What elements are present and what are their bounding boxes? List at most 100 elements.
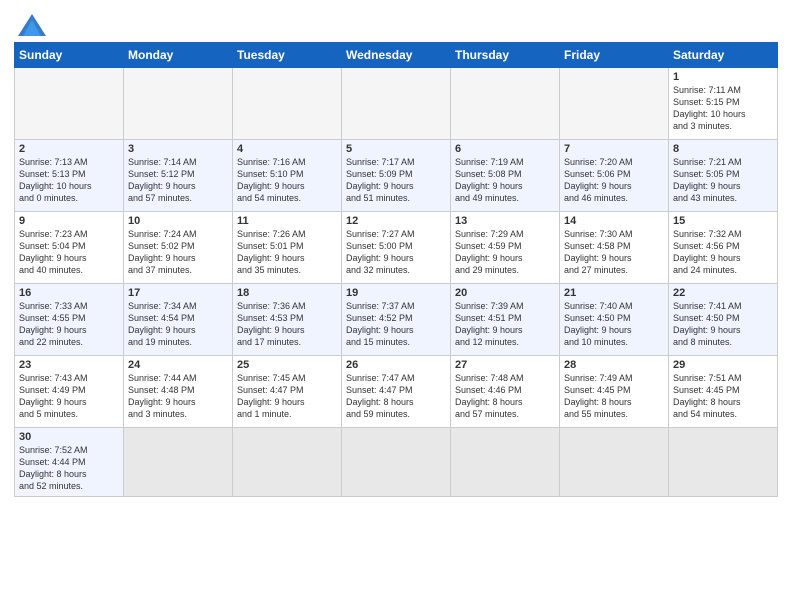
day-info: Sunrise: 7:20 AM Sunset: 5:06 PM Dayligh… bbox=[564, 156, 664, 205]
day-info: Sunrise: 7:24 AM Sunset: 5:02 PM Dayligh… bbox=[128, 228, 228, 277]
calendar-cell: 28Sunrise: 7:49 AM Sunset: 4:45 PM Dayli… bbox=[560, 356, 669, 428]
calendar-cell: 19Sunrise: 7:37 AM Sunset: 4:52 PM Dayli… bbox=[342, 284, 451, 356]
header-area bbox=[14, 10, 778, 36]
day-info: Sunrise: 7:34 AM Sunset: 4:54 PM Dayligh… bbox=[128, 300, 228, 349]
weekday-header-thursday: Thursday bbox=[451, 43, 560, 68]
logo-area bbox=[14, 10, 46, 36]
day-info: Sunrise: 7:41 AM Sunset: 4:50 PM Dayligh… bbox=[673, 300, 773, 349]
day-number: 24 bbox=[128, 359, 228, 371]
day-info: Sunrise: 7:13 AM Sunset: 5:13 PM Dayligh… bbox=[19, 156, 119, 205]
day-info: Sunrise: 7:33 AM Sunset: 4:55 PM Dayligh… bbox=[19, 300, 119, 349]
day-number: 6 bbox=[455, 143, 555, 155]
calendar-cell bbox=[451, 68, 560, 140]
calendar-cell bbox=[124, 428, 233, 497]
calendar-week-row: 16Sunrise: 7:33 AM Sunset: 4:55 PM Dayli… bbox=[15, 284, 778, 356]
calendar-cell: 20Sunrise: 7:39 AM Sunset: 4:51 PM Dayli… bbox=[451, 284, 560, 356]
day-info: Sunrise: 7:52 AM Sunset: 4:44 PM Dayligh… bbox=[19, 444, 119, 493]
day-info: Sunrise: 7:47 AM Sunset: 4:47 PM Dayligh… bbox=[346, 372, 446, 421]
day-number: 12 bbox=[346, 215, 446, 227]
calendar-cell: 4Sunrise: 7:16 AM Sunset: 5:10 PM Daylig… bbox=[233, 140, 342, 212]
day-info: Sunrise: 7:26 AM Sunset: 5:01 PM Dayligh… bbox=[237, 228, 337, 277]
calendar-page: SundayMondayTuesdayWednesdayThursdayFrid… bbox=[0, 0, 792, 612]
calendar-cell: 14Sunrise: 7:30 AM Sunset: 4:58 PM Dayli… bbox=[560, 212, 669, 284]
day-number: 23 bbox=[19, 359, 119, 371]
day-info: Sunrise: 7:49 AM Sunset: 4:45 PM Dayligh… bbox=[564, 372, 664, 421]
calendar-cell: 23Sunrise: 7:43 AM Sunset: 4:49 PM Dayli… bbox=[15, 356, 124, 428]
calendar-cell: 7Sunrise: 7:20 AM Sunset: 5:06 PM Daylig… bbox=[560, 140, 669, 212]
calendar-cell bbox=[451, 428, 560, 497]
calendar-cell bbox=[15, 68, 124, 140]
day-number: 22 bbox=[673, 287, 773, 299]
calendar-cell: 18Sunrise: 7:36 AM Sunset: 4:53 PM Dayli… bbox=[233, 284, 342, 356]
day-number: 7 bbox=[564, 143, 664, 155]
calendar-cell: 1Sunrise: 7:11 AM Sunset: 5:15 PM Daylig… bbox=[669, 68, 778, 140]
calendar-cell: 16Sunrise: 7:33 AM Sunset: 4:55 PM Dayli… bbox=[15, 284, 124, 356]
calendar-cell: 6Sunrise: 7:19 AM Sunset: 5:08 PM Daylig… bbox=[451, 140, 560, 212]
day-info: Sunrise: 7:37 AM Sunset: 4:52 PM Dayligh… bbox=[346, 300, 446, 349]
day-info: Sunrise: 7:19 AM Sunset: 5:08 PM Dayligh… bbox=[455, 156, 555, 205]
calendar-cell: 17Sunrise: 7:34 AM Sunset: 4:54 PM Dayli… bbox=[124, 284, 233, 356]
calendar-cell: 30Sunrise: 7:52 AM Sunset: 4:44 PM Dayli… bbox=[15, 428, 124, 497]
day-info: Sunrise: 7:48 AM Sunset: 4:46 PM Dayligh… bbox=[455, 372, 555, 421]
calendar-cell: 27Sunrise: 7:48 AM Sunset: 4:46 PM Dayli… bbox=[451, 356, 560, 428]
weekday-header-saturday: Saturday bbox=[669, 43, 778, 68]
day-info: Sunrise: 7:17 AM Sunset: 5:09 PM Dayligh… bbox=[346, 156, 446, 205]
calendar-table: SundayMondayTuesdayWednesdayThursdayFrid… bbox=[14, 42, 778, 497]
day-number: 21 bbox=[564, 287, 664, 299]
day-number: 2 bbox=[19, 143, 119, 155]
calendar-week-row: 1Sunrise: 7:11 AM Sunset: 5:15 PM Daylig… bbox=[15, 68, 778, 140]
calendar-cell: 3Sunrise: 7:14 AM Sunset: 5:12 PM Daylig… bbox=[124, 140, 233, 212]
calendar-week-row: 9Sunrise: 7:23 AM Sunset: 5:04 PM Daylig… bbox=[15, 212, 778, 284]
day-info: Sunrise: 7:14 AM Sunset: 5:12 PM Dayligh… bbox=[128, 156, 228, 205]
day-number: 25 bbox=[237, 359, 337, 371]
calendar-cell: 22Sunrise: 7:41 AM Sunset: 4:50 PM Dayli… bbox=[669, 284, 778, 356]
day-number: 20 bbox=[455, 287, 555, 299]
calendar-cell: 15Sunrise: 7:32 AM Sunset: 4:56 PM Dayli… bbox=[669, 212, 778, 284]
calendar-cell: 21Sunrise: 7:40 AM Sunset: 4:50 PM Dayli… bbox=[560, 284, 669, 356]
calendar-cell bbox=[342, 68, 451, 140]
day-number: 4 bbox=[237, 143, 337, 155]
calendar-cell: 13Sunrise: 7:29 AM Sunset: 4:59 PM Dayli… bbox=[451, 212, 560, 284]
day-number: 9 bbox=[19, 215, 119, 227]
calendar-cell: 29Sunrise: 7:51 AM Sunset: 4:45 PM Dayli… bbox=[669, 356, 778, 428]
day-number: 29 bbox=[673, 359, 773, 371]
day-info: Sunrise: 7:23 AM Sunset: 5:04 PM Dayligh… bbox=[19, 228, 119, 277]
day-number: 11 bbox=[237, 215, 337, 227]
calendar-cell: 10Sunrise: 7:24 AM Sunset: 5:02 PM Dayli… bbox=[124, 212, 233, 284]
calendar-cell: 2Sunrise: 7:13 AM Sunset: 5:13 PM Daylig… bbox=[15, 140, 124, 212]
day-number: 10 bbox=[128, 215, 228, 227]
day-info: Sunrise: 7:27 AM Sunset: 5:00 PM Dayligh… bbox=[346, 228, 446, 277]
calendar-cell bbox=[669, 428, 778, 497]
day-number: 28 bbox=[564, 359, 664, 371]
day-info: Sunrise: 7:45 AM Sunset: 4:47 PM Dayligh… bbox=[237, 372, 337, 421]
calendar-cell bbox=[233, 428, 342, 497]
day-number: 18 bbox=[237, 287, 337, 299]
logo-icon bbox=[18, 14, 46, 36]
day-number: 8 bbox=[673, 143, 773, 155]
logo bbox=[14, 14, 46, 36]
day-number: 3 bbox=[128, 143, 228, 155]
calendar-cell bbox=[560, 428, 669, 497]
day-info: Sunrise: 7:16 AM Sunset: 5:10 PM Dayligh… bbox=[237, 156, 337, 205]
day-info: Sunrise: 7:29 AM Sunset: 4:59 PM Dayligh… bbox=[455, 228, 555, 277]
calendar-cell: 25Sunrise: 7:45 AM Sunset: 4:47 PM Dayli… bbox=[233, 356, 342, 428]
day-info: Sunrise: 7:11 AM Sunset: 5:15 PM Dayligh… bbox=[673, 84, 773, 133]
calendar-cell: 9Sunrise: 7:23 AM Sunset: 5:04 PM Daylig… bbox=[15, 212, 124, 284]
day-number: 5 bbox=[346, 143, 446, 155]
calendar-cell: 26Sunrise: 7:47 AM Sunset: 4:47 PM Dayli… bbox=[342, 356, 451, 428]
calendar-week-row: 30Sunrise: 7:52 AM Sunset: 4:44 PM Dayli… bbox=[15, 428, 778, 497]
day-info: Sunrise: 7:51 AM Sunset: 4:45 PM Dayligh… bbox=[673, 372, 773, 421]
calendar-week-row: 23Sunrise: 7:43 AM Sunset: 4:49 PM Dayli… bbox=[15, 356, 778, 428]
day-number: 26 bbox=[346, 359, 446, 371]
day-info: Sunrise: 7:44 AM Sunset: 4:48 PM Dayligh… bbox=[128, 372, 228, 421]
weekday-header-row: SundayMondayTuesdayWednesdayThursdayFrid… bbox=[15, 43, 778, 68]
weekday-header-sunday: Sunday bbox=[15, 43, 124, 68]
day-info: Sunrise: 7:39 AM Sunset: 4:51 PM Dayligh… bbox=[455, 300, 555, 349]
day-number: 13 bbox=[455, 215, 555, 227]
calendar-cell: 5Sunrise: 7:17 AM Sunset: 5:09 PM Daylig… bbox=[342, 140, 451, 212]
day-number: 17 bbox=[128, 287, 228, 299]
calendar-cell: 11Sunrise: 7:26 AM Sunset: 5:01 PM Dayli… bbox=[233, 212, 342, 284]
day-number: 19 bbox=[346, 287, 446, 299]
day-number: 1 bbox=[673, 71, 773, 83]
weekday-header-tuesday: Tuesday bbox=[233, 43, 342, 68]
